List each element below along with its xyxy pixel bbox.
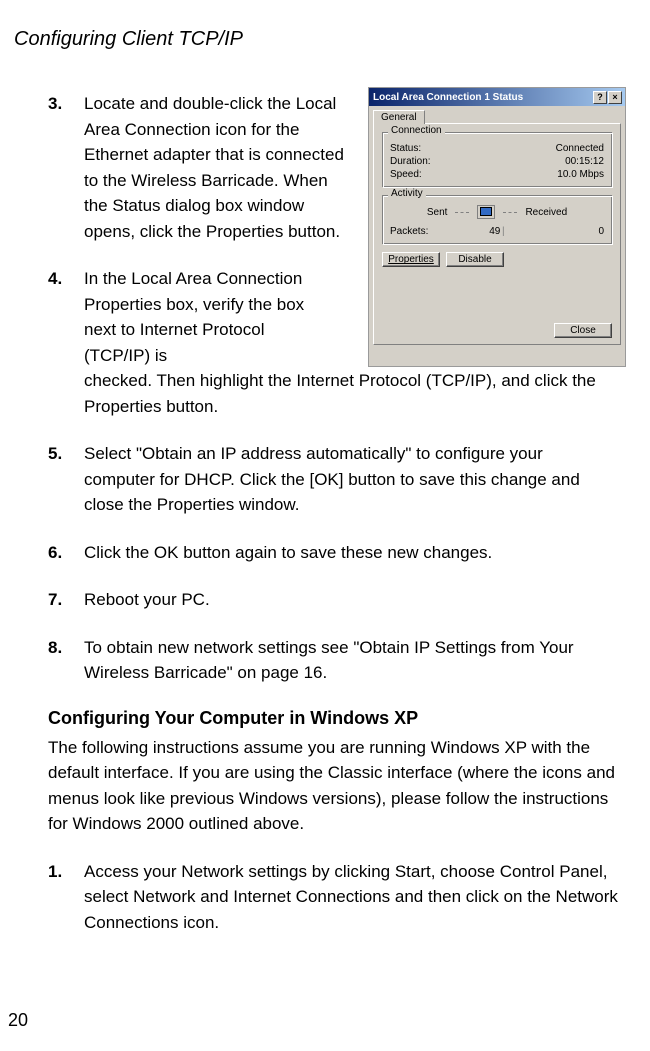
help-button[interactable]: ? [593,91,607,104]
page-number: 20 [8,1010,28,1031]
received-label: Received [525,207,567,218]
section-paragraph: The following instructions assume you ar… [48,735,618,837]
step-4: 4. In the Local Area Connection Properti… [48,266,350,368]
substep-1: 1. Access your Network settings by click… [48,859,618,936]
close-x-button[interactable]: × [608,91,622,104]
step-text: In the Local Area Connection Properties … [84,266,324,368]
step-number: 4. [48,266,84,368]
step-text: Locate and double-click the Local Area C… [84,91,350,244]
step-number: 5. [48,441,84,518]
step-text: Click the OK button again to save these … [84,540,618,566]
dialog-title: Local Area Connection 1 Status [373,92,592,103]
step-8: 8. To obtain new network settings see "O… [48,635,618,686]
activity-label: Activity [388,188,426,199]
step-3: 3. Locate and double-click the Local Are… [48,91,350,244]
dash-icon [503,212,517,213]
computer-icon [477,205,495,219]
step-number: 1. [48,859,84,936]
dialog-content: Connection Status: Connected Duration: 00:… [373,123,621,345]
step-4-continued: checked. Then highlight the Internet Pro… [48,368,618,419]
step-text: Access your Network settings by clicking… [84,859,618,936]
page-header: Configuring Client TCP/IP [14,28,626,51]
step-text: Reboot your PC. [84,587,618,613]
dialog-titlebar: Local Area Connection 1 Status ? × [369,88,625,106]
packets-received-value: 0 [598,226,604,237]
tab-general[interactable]: General [373,110,425,124]
duration-label: Duration: [390,156,431,167]
duration-value: 00:15:12 [565,156,604,167]
status-label: Status: [390,143,421,154]
step-number: 3. [48,91,84,244]
step-number: 7. [48,587,84,613]
status-value: Connected [556,143,604,154]
speed-label: Speed: [390,169,422,180]
packets-label: Packets: [390,226,428,237]
connection-group: Connection Status:Connected Duration:00:… [382,132,612,187]
sent-label: Sent [427,207,448,218]
packets-sent-value: 49 [489,226,500,237]
speed-value: 10.0 Mbps [557,169,604,180]
status-dialog-screenshot: Local Area Connection 1 Status ? × Gener… [368,87,626,367]
step-number: 6. [48,540,84,566]
close-button[interactable]: Close [554,323,612,338]
section-heading: Configuring Your Computer in Windows XP [48,708,626,729]
connection-label: Connection [388,125,445,136]
step-text: Select "Obtain an IP address automatical… [84,441,618,518]
activity-group: Activity Sent Received Packets: 49 | 0 [382,195,612,244]
step-7: 7. Reboot your PC. [48,587,618,613]
step-number: 8. [48,635,84,686]
step-6: 6. Click the OK button again to save the… [48,540,618,566]
dash-icon [455,212,469,213]
disable-button[interactable]: Disable [446,252,504,267]
step-text: To obtain new network settings see "Obta… [84,635,618,686]
properties-button[interactable]: Properties [382,252,440,267]
step-5: 5. Select "Obtain an IP address automati… [48,441,618,518]
